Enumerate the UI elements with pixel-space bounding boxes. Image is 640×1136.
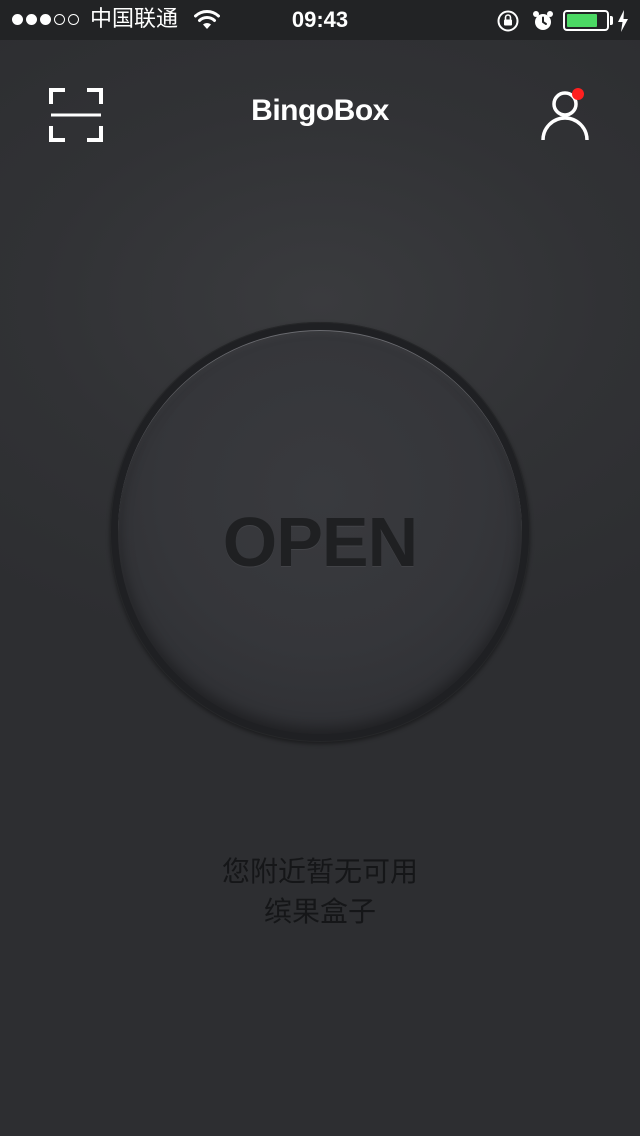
rotation-lock-icon — [497, 10, 519, 32]
alarm-icon — [533, 11, 553, 30]
message-line-1: 您附近暂无可用 — [221, 855, 418, 888]
notification-badge — [572, 88, 584, 100]
status-bar: 中国联通 09:43 — [0, 0, 640, 40]
no-box-message: 您附近暂无可用 缤果盒子 — [0, 852, 640, 932]
battery-tip — [610, 16, 613, 25]
profile-icon[interactable] — [538, 86, 594, 142]
open-button[interactable]: OPEN — [118, 330, 522, 734]
battery-icon — [563, 10, 609, 31]
battery-level — [567, 14, 598, 27]
message-line-2: 缤果盒子 — [263, 895, 376, 928]
app-screen: 中国联通 09:43 BingoBox OPEN 您附近暂无可用 缤果盒子 — [0, 0, 640, 1136]
charging-icon — [618, 10, 628, 32]
open-button-label: OPEN — [222, 502, 418, 581]
